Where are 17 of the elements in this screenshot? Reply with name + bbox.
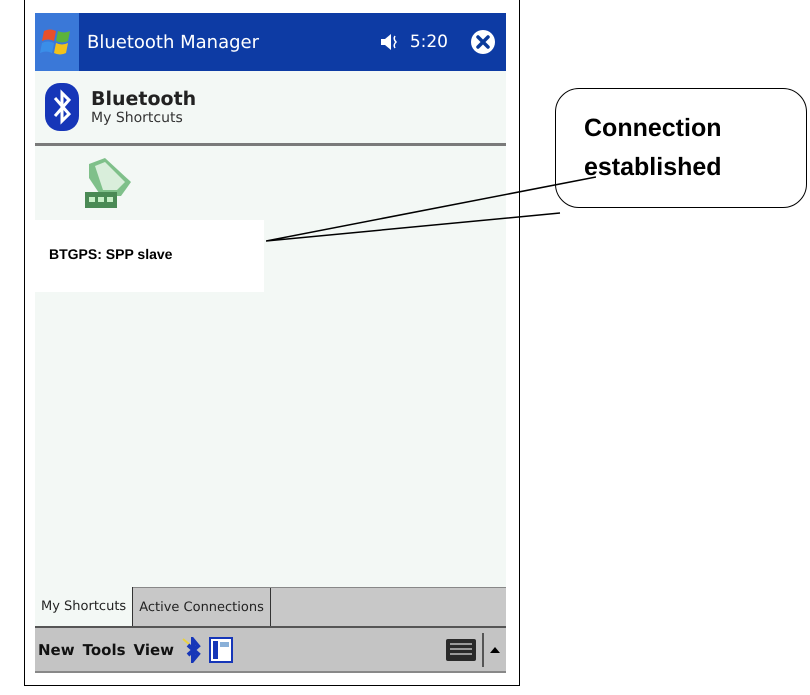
menu-item[interactable]: New [37, 640, 76, 658]
bluetooth-icon [45, 83, 79, 131]
up-arrow-icon[interactable] [482, 632, 500, 666]
bluetooth-icon[interactable] [181, 636, 204, 662]
windows-flag-icon[interactable] [35, 13, 79, 71]
menu-item[interactable]: Tools [82, 640, 127, 658]
app-title: Bluetooth [91, 88, 196, 110]
callout-text: Connection established [584, 113, 723, 183]
menu-item[interactable]: View [132, 640, 176, 658]
close-icon[interactable] [470, 29, 496, 55]
app-subtitle: My Shortcuts [91, 110, 184, 126]
window-icon[interactable] [209, 636, 234, 662]
keyboard-icon[interactable] [446, 638, 476, 660]
tab[interactable]: My Shortcuts [35, 587, 134, 626]
clock-time: 5:20 [410, 32, 448, 52]
window-title: Bluetooth Manager [87, 32, 260, 52]
shortcut-label[interactable]: BTGPS: SPP slave [35, 220, 264, 292]
